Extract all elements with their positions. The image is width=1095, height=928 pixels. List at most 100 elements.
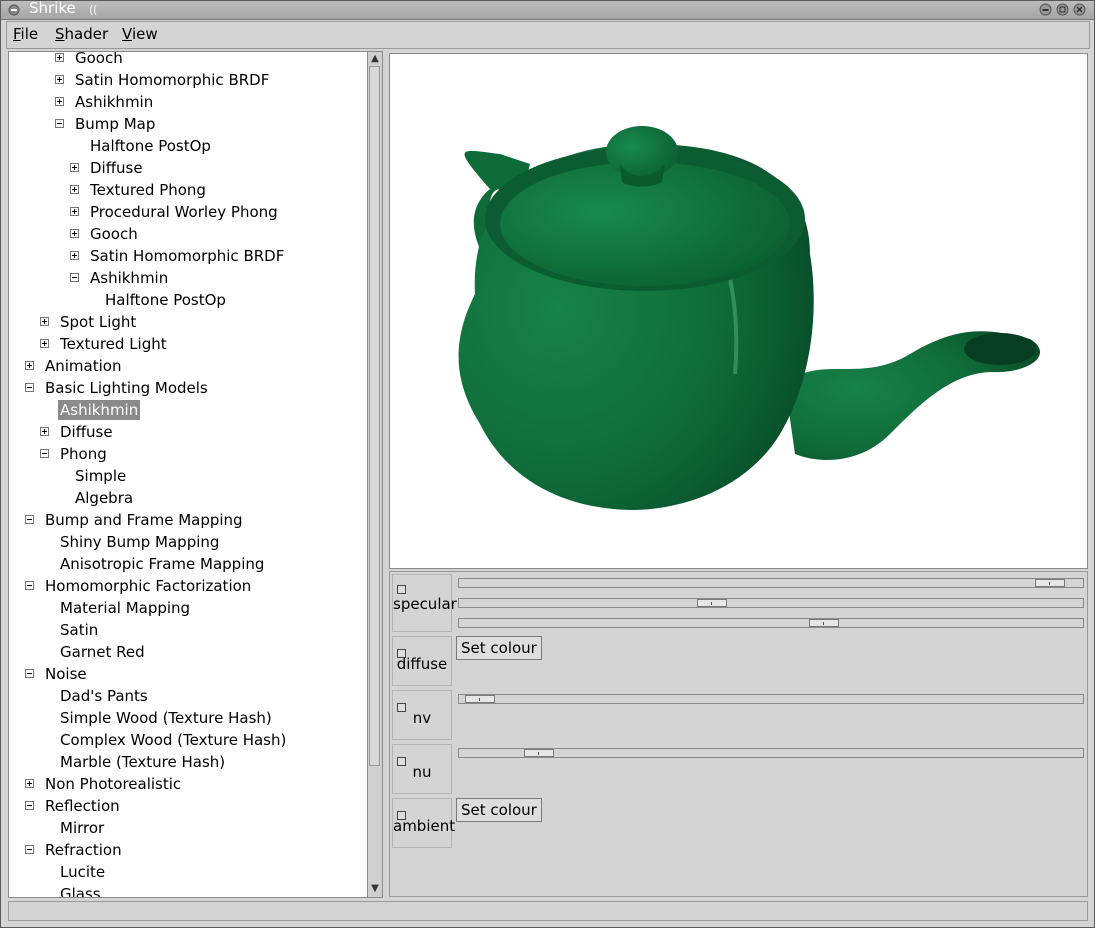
close-icon[interactable] <box>1073 3 1086 16</box>
collapse-minus-icon[interactable] <box>25 515 34 524</box>
expand-plus-icon[interactable] <box>25 779 34 788</box>
tree-item[interactable]: Procedural Worley Phong <box>70 201 280 223</box>
collapse-minus-icon[interactable] <box>25 845 34 854</box>
tree-item[interactable]: Algebra <box>73 487 135 509</box>
tree-item[interactable]: Satin Homomorphic BRDF <box>70 245 286 267</box>
tree-item[interactable]: Marble (Texture Hash) <box>58 751 227 773</box>
tree-item[interactable]: Non Photorealistic <box>25 773 183 795</box>
expand-plus-icon[interactable] <box>70 251 79 260</box>
scroll-down-arrow-icon[interactable]: ▼ <box>368 883 382 895</box>
minimize-icon[interactable] <box>1039 3 1052 16</box>
tree-item[interactable]: Ashikhmin <box>70 267 170 289</box>
tree-item[interactable]: Satin <box>58 619 100 641</box>
tree-item[interactable]: Gooch <box>70 223 140 245</box>
menu-shader[interactable]: Shader <box>55 25 108 43</box>
tree-item[interactable]: Simple <box>73 465 128 487</box>
expand-plus-icon[interactable] <box>70 163 79 172</box>
collapse-minus-icon[interactable] <box>55 119 64 128</box>
tree-item[interactable]: Ashikhmin <box>58 399 141 421</box>
menu-bar: File Shader View <box>6 21 1090 49</box>
tree-item[interactable]: Phong <box>40 443 109 465</box>
tree-scrollbar[interactable]: ▲ ▼ <box>367 51 383 898</box>
param-slider[interactable] <box>458 598 1084 608</box>
tree-item[interactable]: Bump and Frame Mapping <box>25 509 245 531</box>
tree-item[interactable]: Satin Homomorphic BRDF <box>55 69 271 91</box>
collapse-minus-icon[interactable] <box>25 669 34 678</box>
tree-item[interactable]: Simple Wood (Texture Hash) <box>58 707 274 729</box>
param-slider[interactable] <box>458 694 1084 704</box>
tree-item[interactable]: Refraction <box>25 839 124 861</box>
tree-item-label: Simple <box>75 467 127 485</box>
expand-plus-icon[interactable] <box>70 185 79 194</box>
slider-knob[interactable] <box>465 695 495 703</box>
expand-plus-icon[interactable] <box>40 339 49 348</box>
tree-item[interactable]: Diffuse <box>40 421 115 443</box>
expand-plus-icon[interactable] <box>70 229 79 238</box>
set-colour-button[interactable]: Set colour <box>456 636 542 660</box>
expand-plus-icon[interactable] <box>25 361 34 370</box>
tree-item-label: Anisotropic Frame Mapping <box>60 555 265 573</box>
window-menu-icon[interactable] <box>8 4 20 16</box>
slider-knob[interactable] <box>524 749 554 757</box>
tree-item[interactable]: Halftone PostOp <box>103 289 228 311</box>
tree-item[interactable]: Material Mapping <box>58 597 192 619</box>
title-grip-icon <box>89 4 97 16</box>
window-title: Shrike <box>29 0 76 17</box>
tree-item-label: Glass <box>60 885 101 898</box>
param-slider[interactable] <box>458 578 1084 588</box>
tree-item[interactable]: Glass <box>58 883 103 898</box>
shader-tree[interactable]: Gooch Satin Homomorphic BRDF Ashikhmin Bump… <box>8 51 369 898</box>
slider-knob[interactable] <box>1035 579 1065 587</box>
tree-item[interactable]: Noise <box>25 663 89 685</box>
scrollbar-thumb[interactable] <box>369 66 380 766</box>
collapse-minus-icon[interactable] <box>25 801 34 810</box>
render-viewport[interactable] <box>389 53 1088 569</box>
maximize-icon[interactable] <box>1056 3 1069 16</box>
expand-plus-icon[interactable] <box>55 53 64 62</box>
collapse-minus-icon[interactable] <box>70 273 79 282</box>
tree-item-label: Procedural Worley Phong <box>90 203 278 221</box>
collapse-minus-icon[interactable] <box>25 581 34 590</box>
tree-item-label: Phong <box>60 445 107 463</box>
tree-item[interactable]: Diffuse <box>70 157 145 179</box>
menu-file[interactable]: File <box>13 25 38 43</box>
param-ambient: ambient <box>392 798 455 848</box>
teapot-render <box>458 126 1041 510</box>
collapse-minus-icon[interactable] <box>40 449 49 458</box>
tree-item[interactable]: Anisotropic Frame Mapping <box>58 553 266 575</box>
param-slider[interactable] <box>458 618 1084 628</box>
tree-item[interactable]: Spot Light <box>40 311 138 333</box>
tree-item[interactable]: Mirror <box>58 817 106 839</box>
tree-item[interactable]: Homomorphic Factorization <box>25 575 253 597</box>
tree-item[interactable]: Animation <box>25 355 123 377</box>
expand-plus-icon[interactable] <box>40 427 49 436</box>
tree-item[interactable]: Textured Light <box>40 333 169 355</box>
tree-item[interactable]: Lucite <box>58 861 107 883</box>
param-checkbox[interactable] <box>397 585 406 594</box>
tree-item[interactable]: Gooch <box>55 52 125 69</box>
tree-item[interactable]: Complex Wood (Texture Hash) <box>58 729 288 751</box>
param-slider[interactable] <box>458 748 1084 758</box>
set-colour-button[interactable]: Set colour <box>456 798 542 822</box>
scroll-up-arrow-icon[interactable]: ▲ <box>368 53 382 65</box>
collapse-minus-icon[interactable] <box>25 383 34 392</box>
tree-item-label: Non Photorealistic <box>45 775 182 793</box>
menu-view[interactable]: View <box>122 25 158 43</box>
tree-item[interactable]: Textured Phong <box>70 179 208 201</box>
tree-item-label: Textured Light <box>60 335 167 353</box>
expand-plus-icon[interactable] <box>55 75 64 84</box>
slider-knob[interactable] <box>809 619 839 627</box>
slider-knob[interactable] <box>697 599 727 607</box>
tree-item[interactable]: Ashikhmin <box>55 91 155 113</box>
tree-item[interactable]: Basic Lighting Models <box>25 377 210 399</box>
title-bar[interactable]: Shrike <box>1 0 1094 20</box>
tree-item[interactable]: Bump Map <box>55 113 157 135</box>
tree-item[interactable]: Shiny Bump Mapping <box>58 531 221 553</box>
expand-plus-icon[interactable] <box>55 97 64 106</box>
tree-item[interactable]: Garnet Red <box>58 641 147 663</box>
expand-plus-icon[interactable] <box>70 207 79 216</box>
expand-plus-icon[interactable] <box>40 317 49 326</box>
tree-item[interactable]: Halftone PostOp <box>88 135 213 157</box>
tree-item[interactable]: Dad's Pants <box>58 685 150 707</box>
tree-item[interactable]: Reflection <box>25 795 122 817</box>
